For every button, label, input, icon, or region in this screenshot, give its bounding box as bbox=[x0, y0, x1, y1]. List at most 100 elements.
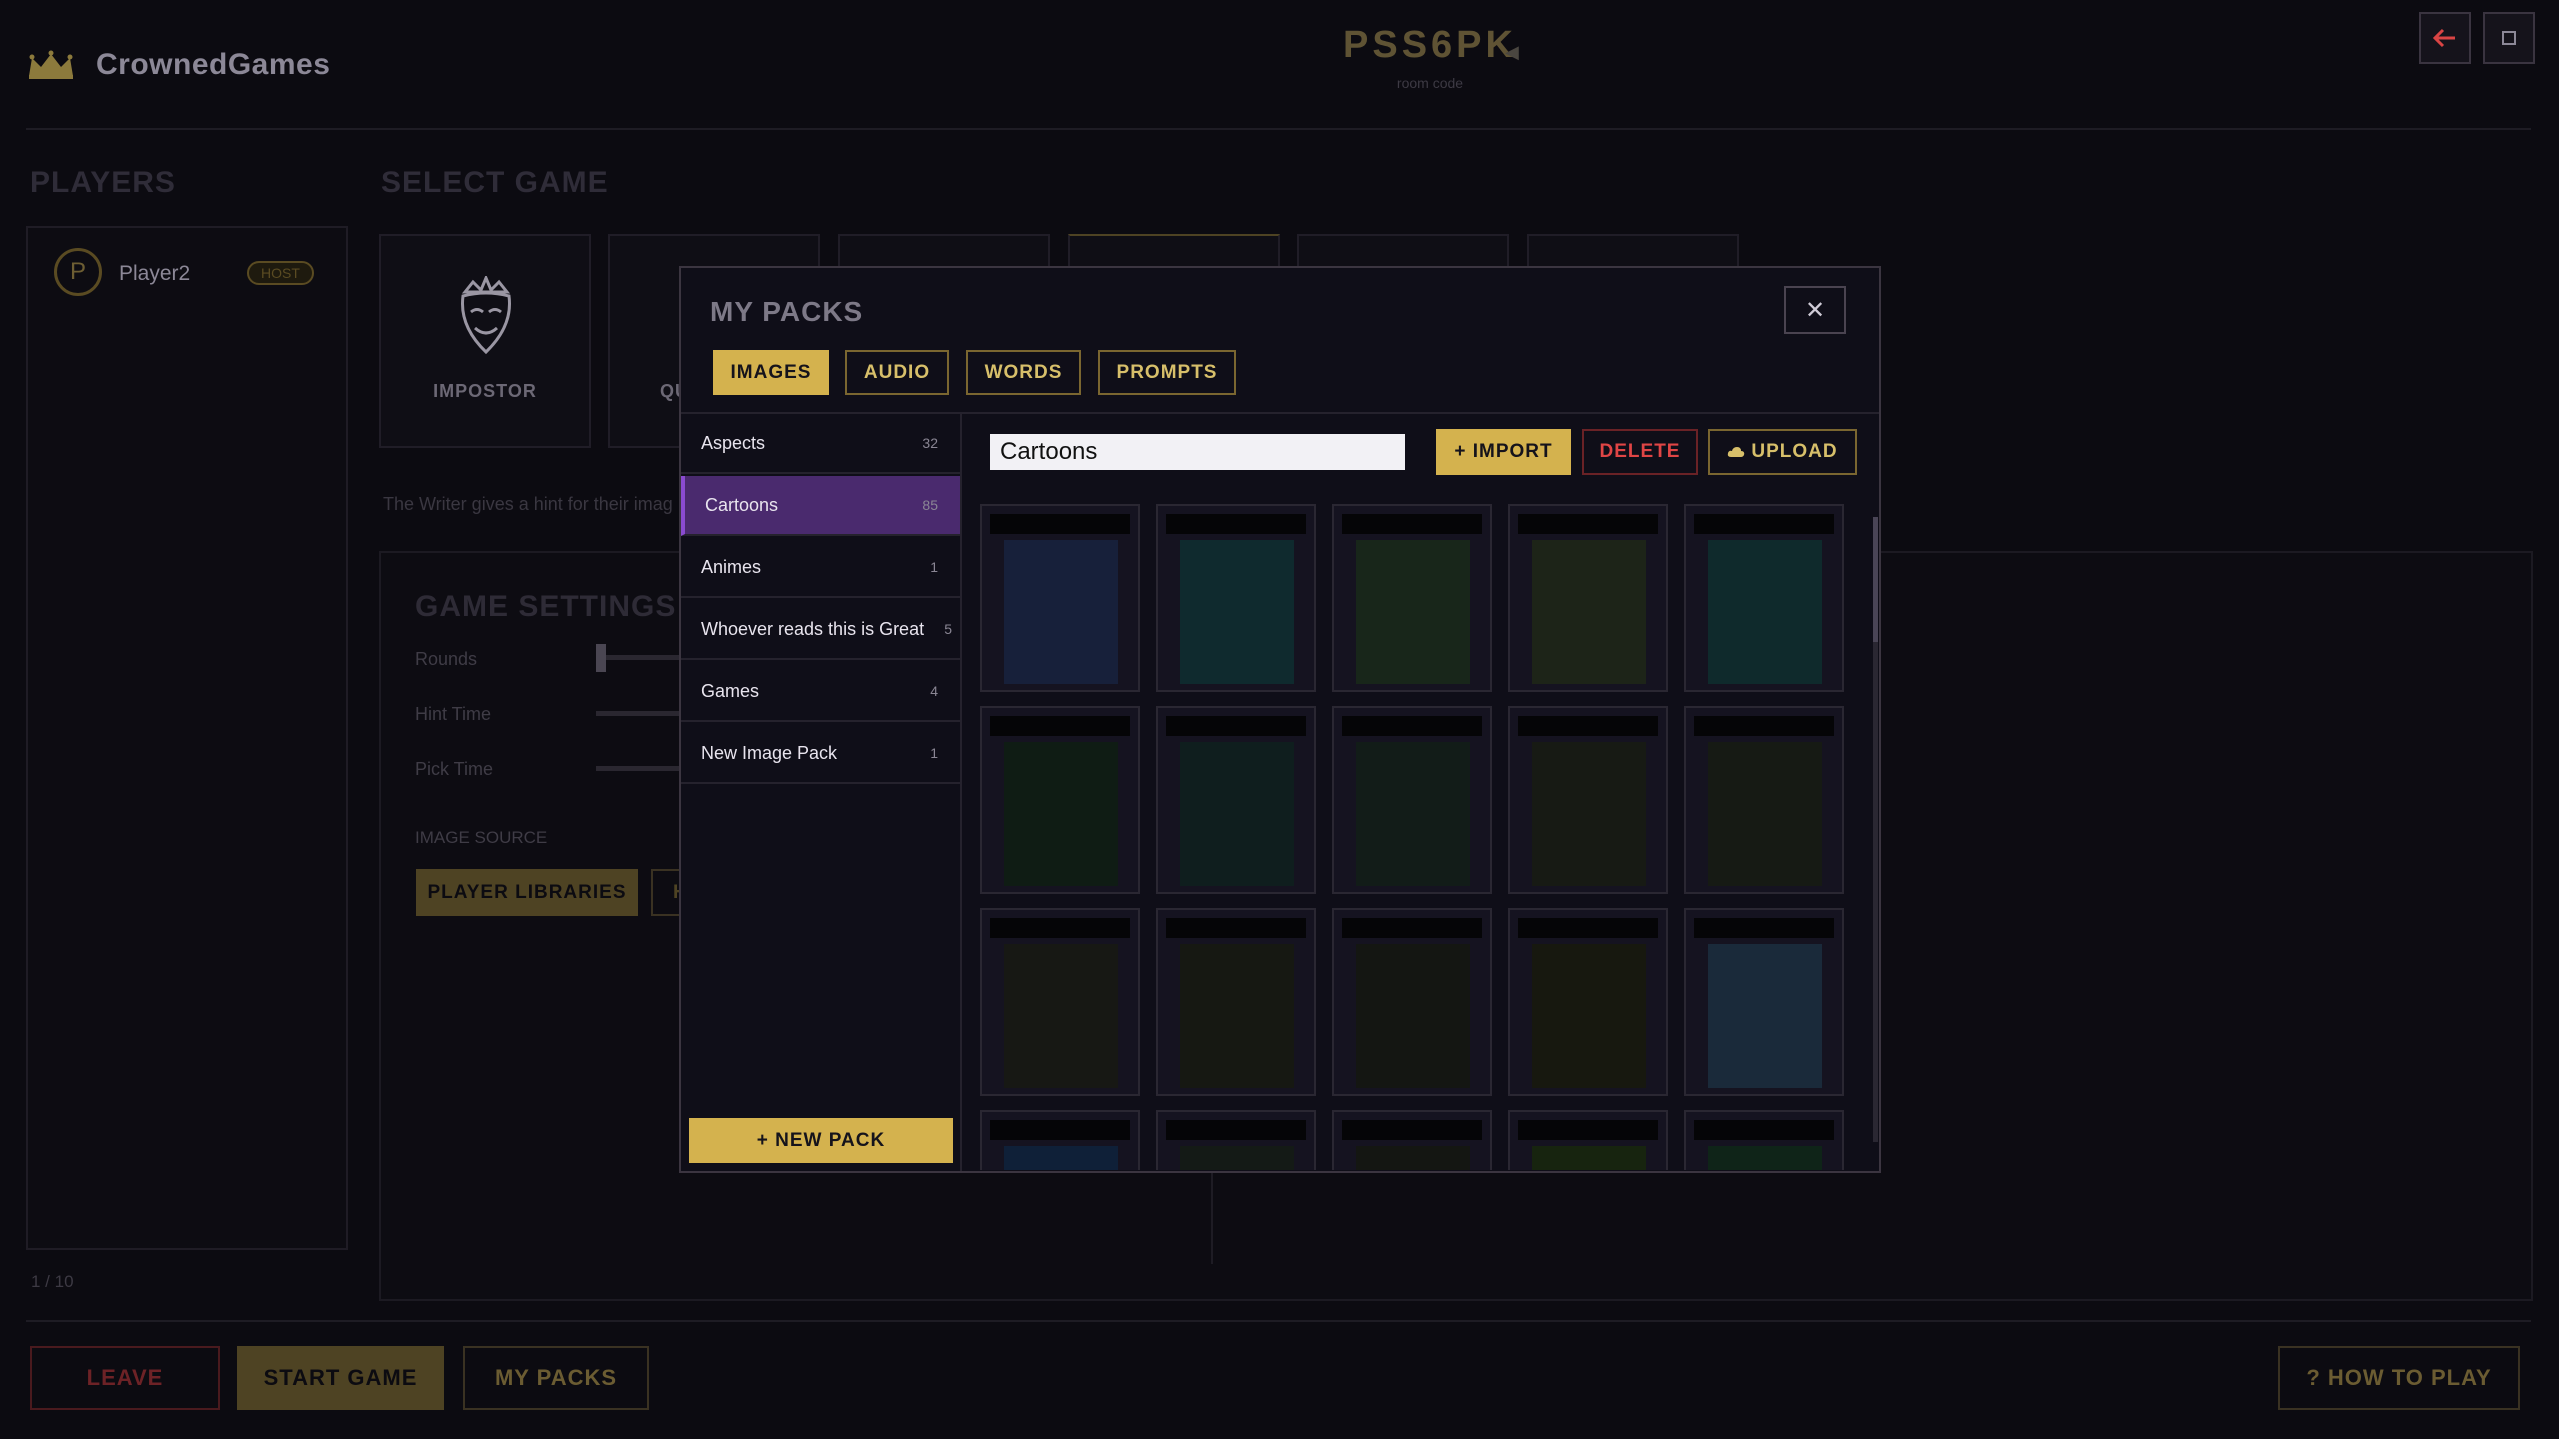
modal-title: MY PACKS bbox=[710, 296, 864, 327]
image-tile[interactable] bbox=[1508, 706, 1668, 894]
image-tile[interactable] bbox=[1332, 1110, 1492, 1170]
divider bbox=[1211, 1172, 1213, 1264]
image-thumbnail bbox=[1532, 742, 1646, 886]
image-caption-bar bbox=[1166, 1120, 1306, 1140]
upload-label: UPLOAD bbox=[1751, 441, 1838, 462]
back-button[interactable] bbox=[2419, 12, 2471, 64]
grid-scrollbar-thumb[interactable] bbox=[1873, 517, 1878, 642]
host-badge: HOST bbox=[247, 261, 314, 285]
hint-time-slider[interactable] bbox=[596, 711, 686, 716]
caret-left-icon[interactable]: ◀ bbox=[1505, 42, 1519, 63]
image-tile[interactable] bbox=[1156, 504, 1316, 692]
game-card-impostor[interactable]: IMPOSTOR bbox=[379, 234, 591, 448]
room-code-label: room code bbox=[1396, 75, 1464, 91]
pack-count: 5 bbox=[944, 621, 952, 637]
image-tile[interactable] bbox=[1332, 908, 1492, 1096]
image-tile[interactable] bbox=[980, 504, 1140, 692]
image-caption-bar bbox=[1518, 918, 1658, 938]
image-thumbnail bbox=[1356, 742, 1470, 886]
tab-prompts[interactable]: PROMPTS bbox=[1098, 350, 1236, 395]
pack-item[interactable]: Whoever reads this is Great 5 bbox=[681, 600, 960, 660]
image-thumbnail bbox=[1532, 1146, 1646, 1170]
image-thumbnail bbox=[1356, 540, 1470, 684]
pack-count: 1 bbox=[930, 745, 938, 761]
image-grid bbox=[976, 500, 1856, 1170]
image-caption-bar bbox=[1166, 716, 1306, 736]
pack-item[interactable]: Animes 1 bbox=[681, 538, 960, 598]
pack-name: Whoever reads this is Great bbox=[701, 618, 925, 639]
new-pack-button[interactable]: + NEW PACK bbox=[689, 1118, 953, 1163]
rounds-slider-handle[interactable] bbox=[596, 644, 606, 672]
image-caption-bar bbox=[1166, 918, 1306, 938]
close-button[interactable]: ✕ bbox=[1784, 286, 1846, 334]
pack-count: 85 bbox=[922, 497, 938, 513]
tab-images[interactable]: IMAGES bbox=[713, 350, 829, 395]
image-tile[interactable] bbox=[1156, 706, 1316, 894]
image-tile[interactable] bbox=[1508, 908, 1668, 1096]
image-tile[interactable] bbox=[1508, 504, 1668, 692]
rounds-slider[interactable] bbox=[596, 655, 686, 660]
tab-audio[interactable]: AUDIO bbox=[845, 350, 949, 395]
my-packs-button[interactable]: MY PACKS bbox=[463, 1346, 649, 1410]
game-hint: The Writer gives a hint for their imag bbox=[383, 494, 673, 514]
pack-item[interactable]: New Image Pack 1 bbox=[681, 724, 960, 784]
pick-time-slider[interactable] bbox=[596, 766, 686, 771]
pack-list: Aspects 32 Cartoons 85 Animes 1 Whoever … bbox=[681, 414, 962, 1171]
pack-name-input[interactable] bbox=[990, 434, 1405, 470]
image-thumbnail bbox=[1356, 944, 1470, 1088]
start-game-button[interactable]: START GAME bbox=[237, 1346, 444, 1410]
image-tile[interactable] bbox=[1332, 706, 1492, 894]
pack-name: Games bbox=[701, 680, 760, 701]
leave-button[interactable]: LEAVE bbox=[30, 1346, 220, 1410]
image-thumbnail bbox=[1708, 944, 1822, 1088]
upload-button[interactable]: UPLOAD bbox=[1708, 429, 1857, 475]
image-caption-bar bbox=[1166, 514, 1306, 534]
fullscreen-button[interactable] bbox=[2483, 12, 2535, 64]
image-caption-bar bbox=[1694, 716, 1834, 736]
image-caption-bar bbox=[1694, 1120, 1834, 1140]
players-panel bbox=[26, 226, 348, 1250]
image-caption-bar bbox=[1342, 514, 1482, 534]
image-tile[interactable] bbox=[1684, 706, 1844, 894]
pick-time-label: Pick Time bbox=[415, 759, 494, 779]
image-tile[interactable] bbox=[1332, 504, 1492, 692]
settings-title: GAME SETTINGS bbox=[415, 590, 677, 623]
image-thumbnail bbox=[1180, 540, 1294, 684]
delete-button[interactable]: DELETE bbox=[1582, 429, 1698, 475]
rounds-label: Rounds bbox=[415, 649, 478, 669]
image-thumbnail bbox=[1356, 1146, 1470, 1170]
image-thumbnail bbox=[1004, 944, 1118, 1088]
image-tile[interactable] bbox=[980, 706, 1140, 894]
image-tile[interactable] bbox=[980, 908, 1140, 1096]
image-thumbnail bbox=[1180, 742, 1294, 886]
pack-item[interactable]: Aspects 32 bbox=[681, 414, 960, 474]
image-caption-bar bbox=[990, 514, 1130, 534]
game-card-label: IMPOSTOR bbox=[433, 381, 537, 401]
pack-name: New Image Pack bbox=[701, 742, 838, 763]
image-caption-bar bbox=[1342, 918, 1482, 938]
image-thumbnail bbox=[1004, 1146, 1118, 1170]
image-thumbnail bbox=[1708, 1146, 1822, 1170]
hint-time-label: Hint Time bbox=[415, 704, 492, 724]
how-to-play-button[interactable]: ? HOW TO PLAY bbox=[2278, 1346, 2520, 1410]
image-thumbnail bbox=[1532, 540, 1646, 684]
image-tile[interactable] bbox=[1684, 1110, 1844, 1170]
brand-name: CrownedGames bbox=[96, 48, 331, 81]
image-tile[interactable] bbox=[980, 1110, 1140, 1170]
tab-words[interactable]: WORDS bbox=[966, 350, 1081, 395]
image-tile[interactable] bbox=[1684, 908, 1844, 1096]
crown-icon bbox=[29, 50, 73, 79]
pack-item-selected[interactable]: Cartoons 85 bbox=[681, 476, 960, 536]
room-code: PSS6PK room code ◀ bbox=[1310, 24, 1550, 91]
pack-item[interactable]: Games 4 bbox=[681, 662, 960, 722]
import-button[interactable]: + IMPORT bbox=[1436, 429, 1571, 475]
pack-count: 4 bbox=[930, 683, 938, 699]
image-tile[interactable] bbox=[1508, 1110, 1668, 1170]
image-tile[interactable] bbox=[1156, 1110, 1316, 1170]
pack-name: Cartoons bbox=[705, 494, 779, 515]
image-tile[interactable] bbox=[1684, 504, 1844, 692]
player-count: 1 / 10 bbox=[31, 1272, 74, 1291]
players-title: PLAYERS bbox=[30, 166, 176, 199]
player-libraries-button[interactable]: PLAYER LIBRARIES bbox=[416, 869, 638, 916]
image-tile[interactable] bbox=[1156, 908, 1316, 1096]
